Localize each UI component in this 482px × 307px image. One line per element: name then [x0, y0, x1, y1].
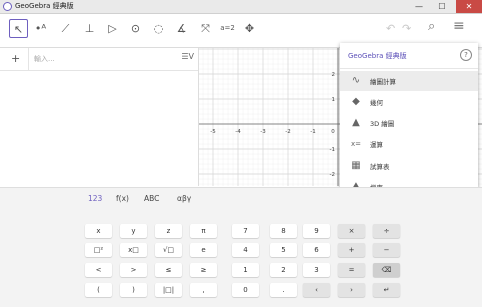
key[interactable]: < [85, 263, 112, 277]
circle-three-points-icon[interactable]: ◌ [149, 19, 168, 38]
key[interactable]: 3 [303, 263, 330, 277]
menu-title: GeoGebra 經典版 [348, 52, 407, 60]
y-tick-label: -1 [330, 147, 335, 153]
key[interactable]: > [120, 263, 147, 277]
geogebra-window: GeoGebra 經典版 — ☐ ✕ ↖ •ᴬ ⟋ ⊥ ▷ ⊙ ◌ ∡ ⤧ a=2 ✥ ↶ ↷ ⌕ … [0, 0, 482, 307]
key[interactable]: 5 [270, 243, 297, 257]
angle-tool-icon[interactable]: ∡ [172, 19, 191, 38]
key[interactable]: √□ [155, 243, 182, 257]
key[interactable]: . [270, 283, 297, 297]
redo-icon[interactable]: ↷ [402, 22, 411, 35]
key[interactable]: x [85, 224, 112, 238]
key[interactable]: ↵ [373, 283, 400, 297]
key[interactable]: ) [120, 283, 147, 297]
menu-header: GeoGebra 經典版 ? [340, 43, 478, 69]
key[interactable]: x□ [120, 243, 147, 257]
x-tick-label: -3 [260, 129, 266, 135]
menu-item-geometry[interactable]: ◆ 幾何 [340, 92, 478, 112]
x-tick-label: -5 [210, 129, 216, 135]
move-graphics-icon[interactable]: ✥ [240, 19, 259, 38]
menu-item-3d-graphing[interactable]: ▲ 3D 繪圖 [340, 113, 478, 133]
slider-tool-icon[interactable]: a=2 [218, 19, 237, 38]
key[interactable]: z [155, 224, 182, 238]
key[interactable]: |□| [155, 283, 182, 297]
menu-item-graphing[interactable]: ∿ 繪圖計算 [340, 71, 478, 91]
key[interactable]: × [338, 224, 365, 238]
circle-tool-icon[interactable]: ⊙ [126, 19, 145, 38]
algebra-input-row[interactable]: + 輸入... ☰V [0, 48, 198, 71]
x-tick-label: 0 [331, 129, 335, 135]
key[interactable]: 7 [232, 224, 259, 238]
keyboard-tab-123[interactable]: 123 [88, 194, 102, 203]
key[interactable]: ( [85, 283, 112, 297]
x-tick-label: -4 [235, 129, 241, 135]
y-tick-label: 2 [332, 72, 336, 78]
menu-item-label: 3D 繪圖 [370, 120, 395, 128]
close-button[interactable]: ✕ [456, 0, 482, 13]
keyboard-tab-abc[interactable]: ABC [144, 194, 159, 203]
title-bar: GeoGebra 經典版 — ☐ ✕ [0, 0, 482, 14]
algebra-input-field[interactable]: 輸入... [34, 54, 55, 64]
key[interactable]: , [190, 283, 217, 297]
key[interactable]: 0 [232, 283, 259, 297]
keyboard-tab-functions[interactable]: f(x) [116, 194, 129, 203]
key[interactable]: − [373, 243, 400, 257]
perpendicular-tool-icon[interactable]: ⊥ [80, 19, 99, 38]
key[interactable]: 1 [232, 263, 259, 277]
add-plus-icon[interactable]: + [11, 52, 20, 65]
spreadsheet-icon: ▦ [351, 160, 361, 171]
algebra-view-menu-icon[interactable]: ☰V [181, 52, 194, 61]
menu-item-spreadsheet[interactable]: ▦ 試算表 [340, 156, 478, 176]
y-tick-label: 1 [332, 97, 336, 103]
key[interactable]: ≥ [190, 263, 217, 277]
key[interactable]: › [338, 283, 365, 297]
polygon-tool-icon[interactable]: ▷ [103, 19, 122, 38]
keyboard-tab-greek[interactable]: αβγ [177, 194, 191, 203]
menu-item-label: 運算 [370, 141, 383, 149]
key[interactable]: ≤ [155, 263, 182, 277]
main-menu-icon[interactable]: ≡ [453, 18, 465, 34]
3d-graphing-icon: ▲ [352, 117, 360, 128]
menu-item-label: 試算表 [370, 163, 390, 171]
key[interactable]: ⌫ [373, 263, 400, 277]
key[interactable]: e [190, 243, 217, 257]
key[interactable]: 2 [270, 263, 297, 277]
key[interactable]: + [338, 243, 365, 257]
window-title: GeoGebra 經典版 [15, 2, 74, 10]
algebra-view: + 輸入... ☰V [0, 48, 199, 186]
key[interactable]: 8 [270, 224, 297, 238]
menu-item-label: 繪圖計算 [370, 78, 396, 86]
help-icon[interactable]: ? [460, 49, 472, 61]
point-tool-icon[interactable]: •ᴬ [31, 19, 50, 38]
y-tick-label: -2 [330, 172, 335, 178]
move-tool-icon[interactable]: ↖ [9, 19, 28, 38]
key[interactable]: π [190, 224, 217, 238]
key[interactable]: ÷ [373, 224, 400, 238]
virtual-keyboard: 123 f(x) ABC αβγ x y z π 7 8 9 × ÷ □² x□ √□ e 4 5 6 + − < >… [0, 187, 482, 307]
x-tick-label: -1 [310, 129, 315, 135]
key[interactable]: = [338, 263, 365, 277]
graphing-icon: ∿ [351, 75, 361, 86]
menu-item-cas[interactable]: x= 運算 [340, 134, 478, 154]
key[interactable]: 4 [232, 243, 259, 257]
geometry-icon: ◆ [352, 96, 360, 107]
undo-icon[interactable]: ↶ [386, 22, 395, 35]
keyboard-tabs: 123 f(x) ABC αβγ [0, 188, 482, 208]
geogebra-app-icon [3, 2, 12, 11]
maximize-button[interactable]: ☐ [431, 0, 453, 13]
key[interactable]: y [120, 224, 147, 238]
key[interactable]: ‹ [303, 283, 330, 297]
line-tool-icon[interactable]: ⟋ [56, 19, 75, 38]
minimize-button[interactable]: — [408, 0, 430, 13]
key[interactable]: 9 [303, 224, 330, 238]
menu-item-label: 幾何 [370, 99, 383, 107]
key[interactable]: 6 [303, 243, 330, 257]
reflect-tool-icon[interactable]: ⤧ [196, 19, 215, 38]
search-icon[interactable]: ⌕ [428, 19, 435, 34]
cas-icon: x= [350, 140, 361, 148]
key[interactable]: □² [85, 243, 112, 257]
x-tick-label: -2 [285, 129, 290, 135]
